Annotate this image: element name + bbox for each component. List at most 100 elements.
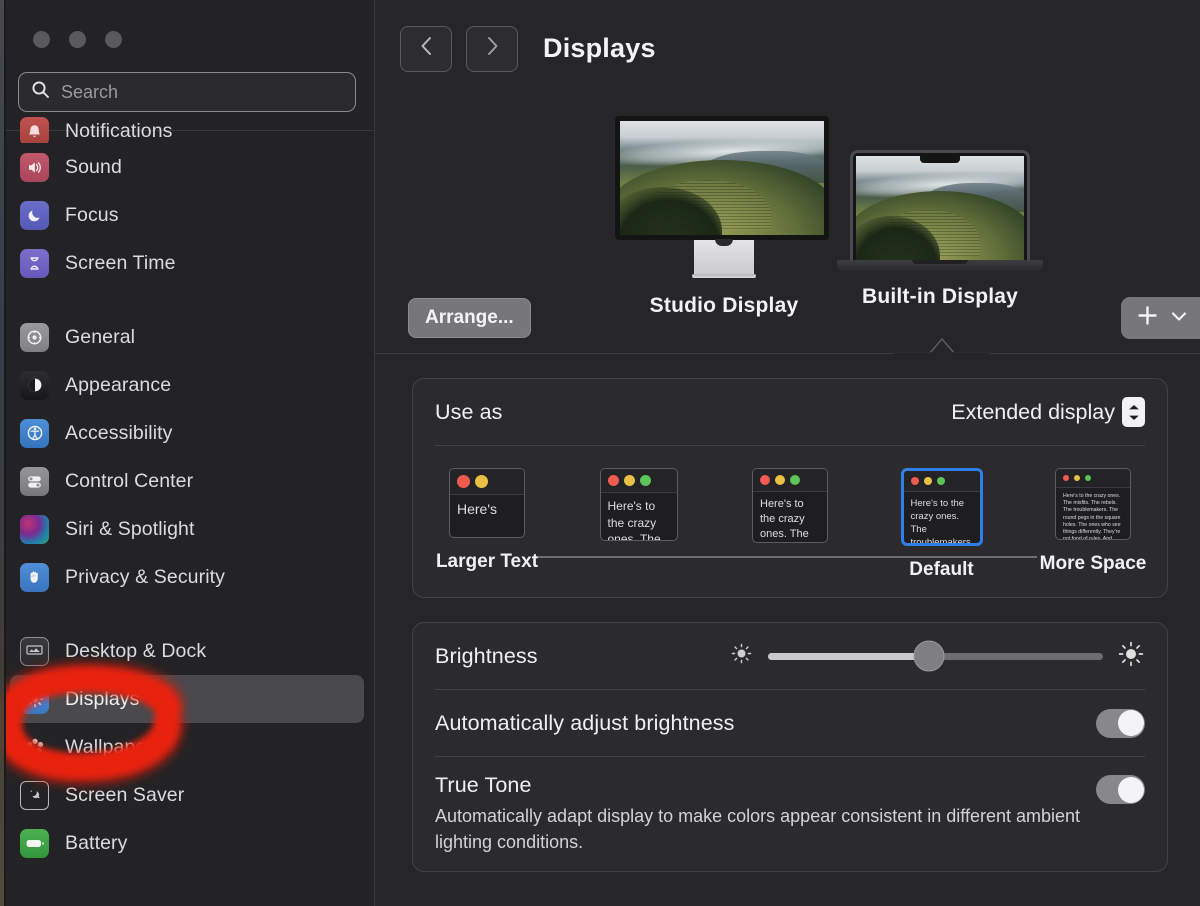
sidebar-group-1: Notifications Sound Focus Screen Time xyxy=(0,113,374,287)
privacy-icon xyxy=(20,562,49,592)
traffic-dot-green xyxy=(936,477,945,485)
desktop-dock-icon xyxy=(20,636,49,666)
brightness-row: Brightness xyxy=(413,623,1167,689)
resolution-preview: Here's xyxy=(449,468,525,538)
traffic-dot-red xyxy=(760,475,770,485)
sidebar-item-label: Notifications xyxy=(65,120,173,142)
zoom-button[interactable] xyxy=(105,31,122,48)
wallpaper-preview xyxy=(856,156,1024,260)
sidebar-item-label: Appearance xyxy=(65,373,172,396)
sidebar-item-label: Privacy & Security xyxy=(65,565,226,588)
chevron-up-down-icon[interactable] xyxy=(1122,397,1145,427)
forward-button[interactable] xyxy=(466,25,518,72)
sidebar-item-label: Control Center xyxy=(65,469,194,492)
sidebar-item-accessibility[interactable]: Accessibility xyxy=(10,409,364,457)
sidebar-item-privacy-security[interactable]: Privacy & Security xyxy=(10,553,364,601)
sidebar-item-control-center[interactable]: Control Center xyxy=(10,457,364,505)
search-container xyxy=(0,72,374,112)
sidebar-item-wallpaper[interactable]: Wallpaper xyxy=(10,723,364,771)
brightness-slider[interactable] xyxy=(729,640,1145,673)
sidebar-item-label: Wallpaper xyxy=(65,735,153,758)
preview-text: Here's xyxy=(457,501,498,517)
display-thumbnail-builtin[interactable]: Built-in Display xyxy=(837,150,1043,309)
preview-titlebar xyxy=(600,469,677,493)
sidebar-item-sound[interactable]: Sound xyxy=(10,143,364,191)
true-tone-toggle[interactable] xyxy=(1096,775,1145,804)
display-thumbnail-studio[interactable]: Studio Display xyxy=(615,116,833,318)
arrange-button[interactable]: Arrange... xyxy=(408,298,531,338)
search-icon xyxy=(31,80,50,104)
auto-brightness-label: Automatically adjust brightness xyxy=(435,710,735,735)
traffic-dot-red xyxy=(457,475,470,488)
chevron-down-icon[interactable] xyxy=(1171,309,1187,327)
preview-text: Here's to the crazy ones. The troublemak… xyxy=(607,499,661,541)
brightness-track[interactable] xyxy=(768,640,1103,672)
search-box[interactable] xyxy=(18,72,356,112)
selected-display-pointer xyxy=(894,338,990,354)
traffic-dot-red xyxy=(607,475,619,486)
traffic-dot-green xyxy=(639,475,651,486)
sidebar-item-siri-spotlight[interactable]: Siri & Spotlight xyxy=(10,505,364,553)
resolution-option-larger-text[interactable]: Here's Larger Text xyxy=(431,468,543,573)
sun-low-icon xyxy=(729,641,754,671)
wallpaper-preview xyxy=(620,121,824,235)
sidebar-group-3: Desktop & Dock Displays Wallpaper Screen… xyxy=(0,627,374,867)
traffic-dot-yellow xyxy=(1074,475,1080,481)
sidebar-item-label: General xyxy=(65,325,136,348)
sidebar-item-label: Battery xyxy=(65,831,128,854)
sound-icon xyxy=(20,152,49,182)
use-as-popup[interactable]: Extended display xyxy=(951,397,1145,427)
resolution-option-default[interactable]: Here's to the crazy ones. The troublemak… xyxy=(886,468,998,581)
siri-icon xyxy=(20,514,49,544)
studio-display-screen xyxy=(615,116,829,240)
sidebar-item-label: Focus xyxy=(65,203,119,226)
sidebar-item-general[interactable]: General xyxy=(10,313,364,361)
true-tone-row: True Tone Automatically adapt display to… xyxy=(413,757,1167,871)
traffic-dot-green xyxy=(790,475,800,485)
sidebar-item-displays[interactable]: Displays xyxy=(10,675,364,723)
use-as-row: Use as Extended display xyxy=(413,379,1167,445)
sidebar-item-desktop-dock[interactable]: Desktop & Dock xyxy=(10,627,364,675)
resolution-option-more-space[interactable]: Here's to the crazy ones. The misfits. T… xyxy=(1037,468,1149,575)
resolution-panel: Use as Extended display Here's Larger Te… xyxy=(412,378,1168,598)
resolution-caption: Larger Text xyxy=(435,551,539,572)
sidebar-item-screen-time[interactable]: Screen Time xyxy=(10,239,364,287)
sidebar-item-focus[interactable]: Focus xyxy=(10,191,364,239)
use-as-value: Extended display xyxy=(951,399,1115,424)
brightness-fill xyxy=(768,652,929,660)
preview-text: Here's to the crazy ones. The misfits. T… xyxy=(1063,493,1121,540)
search-input[interactable] xyxy=(61,81,343,103)
true-tone-description: Automatically adapt display to make colo… xyxy=(435,806,1081,853)
wallpaper-icon xyxy=(20,733,49,762)
use-as-label: Use as xyxy=(435,399,503,424)
brightness-knob[interactable] xyxy=(913,640,945,672)
resolution-option-3[interactable]: Here's to the crazy ones. The troublemak… xyxy=(734,468,846,556)
close-button[interactable] xyxy=(33,31,50,48)
brightness-panel: Brightness Automatically adjust brightne… xyxy=(412,622,1168,873)
focus-icon xyxy=(20,200,49,230)
sidebar-item-appearance[interactable]: Appearance xyxy=(10,361,364,409)
traffic-dot-yellow xyxy=(475,475,488,488)
sidebar-nav[interactable]: Notifications Sound Focus Screen Time Ge… xyxy=(0,113,374,863)
sidebar-item-notifications[interactable]: Notifications xyxy=(10,113,364,143)
sidebar-item-battery[interactable]: Battery xyxy=(10,819,364,867)
back-button[interactable] xyxy=(400,25,452,72)
add-display-button[interactable] xyxy=(1121,297,1200,339)
plus-icon xyxy=(1136,304,1159,332)
traffic-dot-green xyxy=(1085,475,1091,481)
page-title: Displays xyxy=(543,33,656,63)
sidebar-item-screen-saver[interactable]: Screen Saver xyxy=(10,771,364,819)
auto-brightness-toggle[interactable] xyxy=(1096,708,1145,738)
traffic-dot-yellow xyxy=(923,477,932,485)
preview-titlebar xyxy=(903,471,980,492)
sidebar-item-label: Siri & Spotlight xyxy=(65,517,195,540)
sidebar-item-label: Desktop & Dock xyxy=(65,639,207,662)
resolution-option-2[interactable]: Here's to the crazy ones. The troublemak… xyxy=(583,468,695,554)
battery-icon xyxy=(20,828,49,858)
sidebar-item-label: Screen Time xyxy=(65,251,176,274)
minimize-button[interactable] xyxy=(69,31,86,48)
sidebar-item-label: Screen Saver xyxy=(65,783,185,806)
traffic-dot-red xyxy=(910,477,919,485)
chevron-left-icon xyxy=(419,35,434,62)
